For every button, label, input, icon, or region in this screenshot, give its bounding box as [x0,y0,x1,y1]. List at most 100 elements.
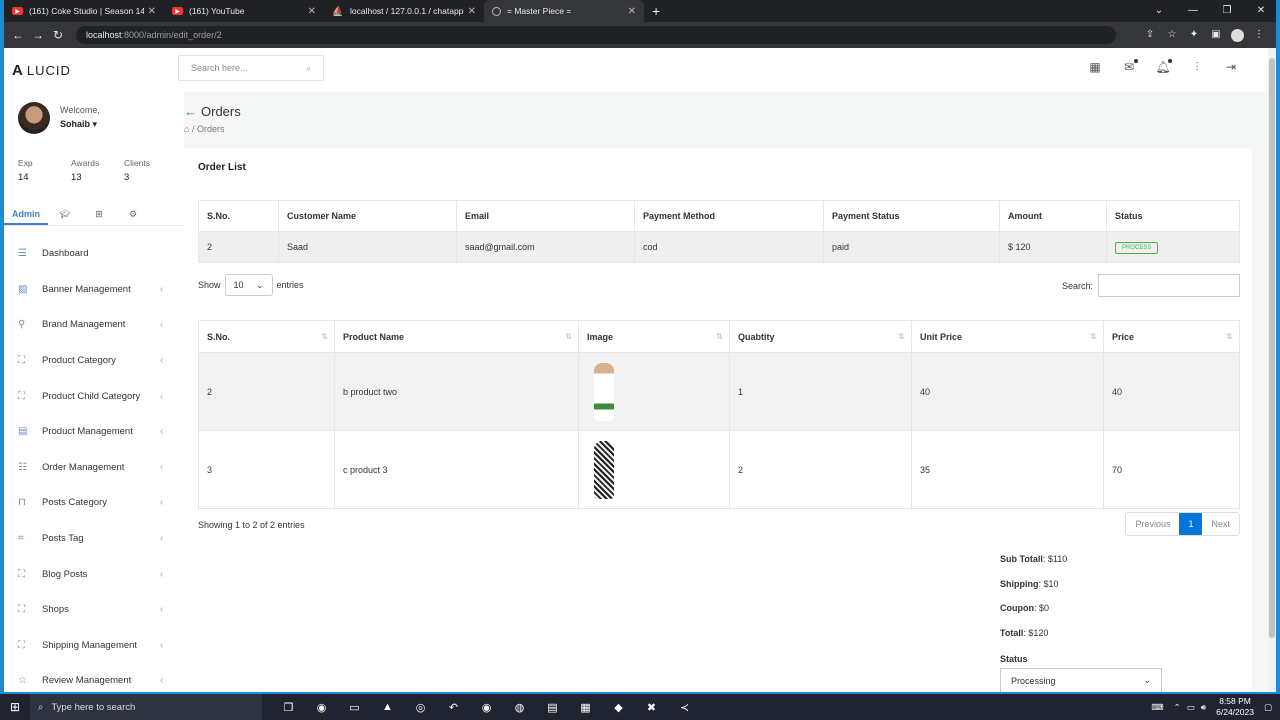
sidebar-item-posts-category[interactable]: ⊓ Posts Category ‹ [4,485,184,521]
stat-clients: Clients 3 [124,158,150,183]
task-view-icon[interactable]: ❐ [272,701,305,714]
app-icon[interactable]: ↶ [437,701,470,714]
obs-icon[interactable]: ◉ [470,701,503,714]
arrow-left-icon[interactable]: ← [184,104,197,119]
chevron-up-icon[interactable]: ⌃ [1174,702,1181,713]
windows-start-icon[interactable]: ⊞ [0,700,30,714]
sidepanel-icon[interactable]: ▣ [1205,29,1227,42]
close-icon[interactable]: ✕ [148,6,156,17]
sidebar-item-dashboard[interactable]: ☰ Dashboard [4,236,184,272]
sidebar-item-review-management[interactable]: ☆ Review Management ‹ [4,663,184,692]
col-quantity[interactable]: Quabtity ⇅ [729,320,912,353]
table-info: Showing 1 to 2 of 2 entries [198,520,305,530]
subtotal-line: Sub Totall: $110 [1000,554,1068,564]
chrome-icon[interactable]: ◍ [503,701,536,714]
new-tab-button[interactable]: + [644,0,668,22]
logout-icon[interactable]: ⇥ [1214,60,1248,75]
search-icon[interactable]: ⌕ [306,63,311,74]
reload-icon[interactable]: ↻ [48,28,68,42]
page-1-button[interactable]: 1 [1179,513,1203,535]
menu-icon[interactable]: ⋮ [1248,29,1270,42]
back-icon[interactable]: ← [8,28,28,42]
user-name-dropdown[interactable]: Sohaib ▾ [60,119,100,130]
tab-coke-studio[interactable]: ▶ (161) Coke Studio | Season 14 | T ✕ [4,0,164,22]
sliders-icon[interactable]: ⫶ [1180,60,1214,75]
editor-icon[interactable]: ◆ [602,701,635,714]
col-sno[interactable]: S.No. ⇅ [198,320,335,353]
tab-phpmyadmin[interactable]: ⛵ localhost / 127.0.0.1 / chatapplic ✕ [324,0,484,22]
gear-icon[interactable]: ⚙ [116,202,150,225]
clock[interactable]: 8:58 PM 6/24/2023 [1216,696,1254,718]
notes-icon[interactable]: ▤ [536,701,569,714]
previous-button[interactable]: Previous [1126,513,1179,535]
minimize-icon[interactable]: — [1176,0,1210,22]
volume-icon[interactable]: 🔊︎ [1201,702,1206,713]
tab-search-icon[interactable]: ⌄ [1142,0,1176,22]
sidebar-item-posts-tag[interactable]: ⌗ Posts Tag ‹ [4,521,184,557]
mail-icon[interactable]: ✉ [1112,59,1146,75]
stat-exp: Exp 14 [18,158,33,183]
sidebar-item-blog-posts[interactable]: ⛶ Blog Posts ‹ [4,556,184,592]
brand-logo[interactable]: A LUCID [12,62,71,79]
grid-icon[interactable]: ⊞ [82,202,116,225]
table-row: 3 c product 3 2 35 70 [198,430,1240,509]
close-icon[interactable]: ✕ [308,6,316,17]
graduation-cap-icon[interactable]: 🎓︎ [48,202,82,225]
sheets-icon[interactable]: ▦ [569,701,602,714]
home-icon[interactable]: ⌂ [184,124,189,134]
taskbar-search[interactable]: ⌕ Type here to search [30,694,262,720]
entries-select[interactable]: 10 ⌄ [224,274,273,296]
close-icon[interactable]: ✕ [468,6,476,17]
forward-icon[interactable]: → [28,28,48,42]
extensions-icon[interactable]: ✦ [1183,29,1205,42]
file-explorer-icon[interactable]: ▭ [338,701,371,714]
sidebar-item-product-category[interactable]: ⛶ Product Category ‹ [4,343,184,379]
sidebar-item-banner-management[interactable]: ▨ Banner Management ‹ [4,272,184,308]
profile-icon[interactable] [1231,28,1244,42]
search-input[interactable]: Search here... ⌕ [178,55,324,81]
sidebar-item-product-management[interactable]: ▤ Product Management ‹ [4,414,184,450]
tab-youtube[interactable]: ▶ (161) YouTube ✕ [164,0,324,22]
table-search-input[interactable] [1098,274,1240,297]
share-icon[interactable]: ⇪ [1139,29,1161,42]
col-product-name[interactable]: Product Name ⇅ [334,320,579,353]
sort-icon: ⇅ [321,331,328,341]
vscode-icon[interactable]: ≺ [668,701,701,714]
close-window-icon[interactable]: ✕ [1244,0,1276,22]
sidebar-item-shops[interactable]: ⛶ Shops ‹ [4,592,184,628]
breadcrumb-orders[interactable]: Orders [197,124,225,134]
calendar-icon[interactable]: ▦ [1078,60,1112,75]
status-select[interactable]: Processing ⌄ [1000,668,1162,692]
vlc-icon[interactable]: ▲ [371,701,404,714]
page-scrollbar[interactable] [1268,48,1276,692]
col-unit-price[interactable]: Unit Price ⇅ [911,320,1104,353]
tag-icon: ⌗ [18,533,24,545]
chevron-left-icon: ‹ [160,533,164,545]
keyboard-icon[interactable]: ⌨ [1151,702,1163,713]
scrollbar-thumb[interactable] [1269,58,1275,638]
list-icon: ☰ [18,248,27,260]
notification-icon[interactable]: ▢ [1264,702,1272,713]
xampp-icon[interactable]: ✖ [635,701,668,714]
tab-admin[interactable]: Admin [4,202,48,225]
col-price[interactable]: Price ⇅ [1103,320,1240,353]
tab-title: (161) YouTube [189,6,245,16]
bell-icon[interactable]: 🔔︎ [1146,59,1180,75]
network-icon[interactable]: ▭ [1187,702,1195,713]
col-sno: S.No. [198,200,279,232]
restore-icon[interactable]: ❐ [1210,0,1244,22]
next-button[interactable]: Next [1202,513,1239,535]
url-field[interactable]: i localhost:8000/admin/edit_order/2 [18,26,1116,403]
cell-product-name: c product 3 [334,430,579,509]
sidebar-item-product-child-category[interactable]: ⛶ Product Child Category ‹ [4,378,184,414]
edge-icon[interactable]: ◉ [305,701,338,714]
tab-master-piece[interactable]: = Master Piece = ✕ [484,0,644,22]
sidebar-item-order-management[interactable]: ☷ Order Management ‹ [4,450,184,486]
col-image[interactable]: Image ⇅ [578,320,730,353]
close-icon[interactable]: ✕ [628,6,636,17]
sidebar-item-brand-management[interactable]: ⚲ Brand Management ‹ [4,307,184,343]
cell-status: PROCESS [1106,231,1240,263]
star-icon[interactable]: ☆ [1161,29,1183,42]
whatsapp-icon[interactable]: ◎ [404,701,437,714]
sidebar-item-shipping-management[interactable]: ⛶ Shipping Management ‹ [4,628,184,664]
